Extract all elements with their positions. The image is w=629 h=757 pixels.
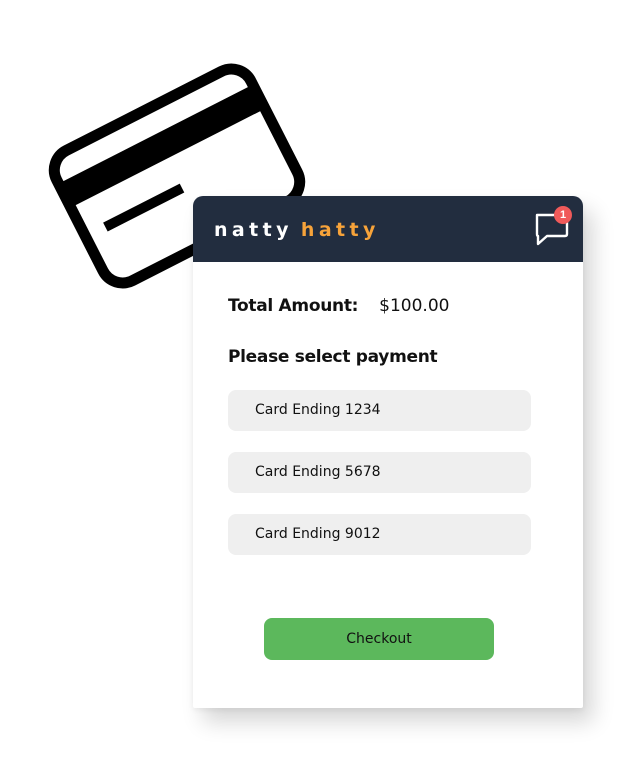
brand-logo-second: hatty — [300, 219, 380, 241]
total-amount-label: Total Amount: — [228, 296, 359, 316]
total-amount-row: Total Amount: $100.00 — [228, 294, 449, 318]
total-amount-value: $100.00 — [379, 296, 450, 316]
header-bar: natty hatty 1 — [193, 196, 583, 262]
notification-badge: 1 — [554, 206, 572, 224]
payment-option-label: Card Ending 5678 — [255, 464, 381, 480]
chat-button[interactable]: 1 — [532, 206, 574, 248]
payment-panel: natty hatty 1 Total Amount: $100.00 Pleas… — [193, 196, 583, 708]
checkout-button[interactable]: Checkout — [264, 618, 494, 660]
payment-section-title: Please select payment — [228, 347, 438, 367]
brand-logo-first: natty — [214, 219, 293, 241]
payment-option-label: Card Ending 9012 — [255, 526, 381, 542]
payment-option-label: Card Ending 1234 — [255, 402, 381, 418]
brand-logo: natty hatty — [214, 216, 380, 244]
payment-option-card-5678[interactable]: Card Ending 5678 — [228, 452, 531, 493]
payment-option-card-1234[interactable]: Card Ending 1234 — [228, 390, 531, 431]
payment-option-card-9012[interactable]: Card Ending 9012 — [228, 514, 531, 555]
